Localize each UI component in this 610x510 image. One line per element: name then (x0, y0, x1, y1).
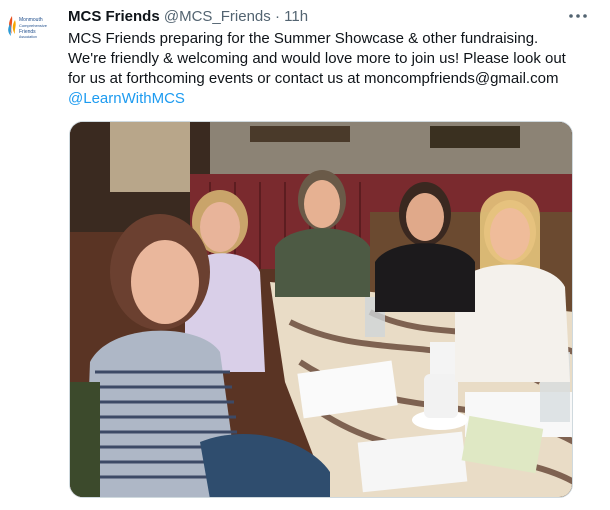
tweet-text: MCS Friends preparing for the Summer Sho… (68, 29, 588, 109)
tweet-card[interactable]: Monmouth Comprehensive Friends Associati… (0, 0, 610, 510)
photo-image-icon (70, 122, 572, 497)
more-options-button[interactable] (568, 8, 588, 26)
timestamp[interactable]: 11h (284, 8, 308, 25)
handle[interactable]: @MCS_Friends (164, 8, 271, 25)
avatar-text-4: Association (19, 35, 37, 39)
flame-logo-icon: Monmouth Comprehensive Friends Associati… (8, 16, 48, 39)
tweet-header: MCS Friends @MCS_Friends · 11h (68, 7, 308, 26)
tweet-text-line-2: We're friendly & welcoming and would lov… (68, 50, 566, 67)
tweet-photo[interactable] (69, 121, 573, 498)
avatar-text-2: Comprehensive (19, 23, 48, 28)
separator-dot: · (274, 8, 280, 25)
mention-link[interactable]: @LearnWithMCS (68, 90, 185, 107)
more-horizontal-icon (569, 14, 587, 18)
display-name[interactable]: MCS Friends (68, 8, 160, 25)
avatar[interactable]: Monmouth Comprehensive Friends Associati… (6, 12, 56, 44)
tweet-text-line-3: for us at forthcoming events or contact … (68, 70, 559, 87)
tweet-text-line-1: MCS Friends preparing for the Summer Sho… (68, 30, 539, 47)
